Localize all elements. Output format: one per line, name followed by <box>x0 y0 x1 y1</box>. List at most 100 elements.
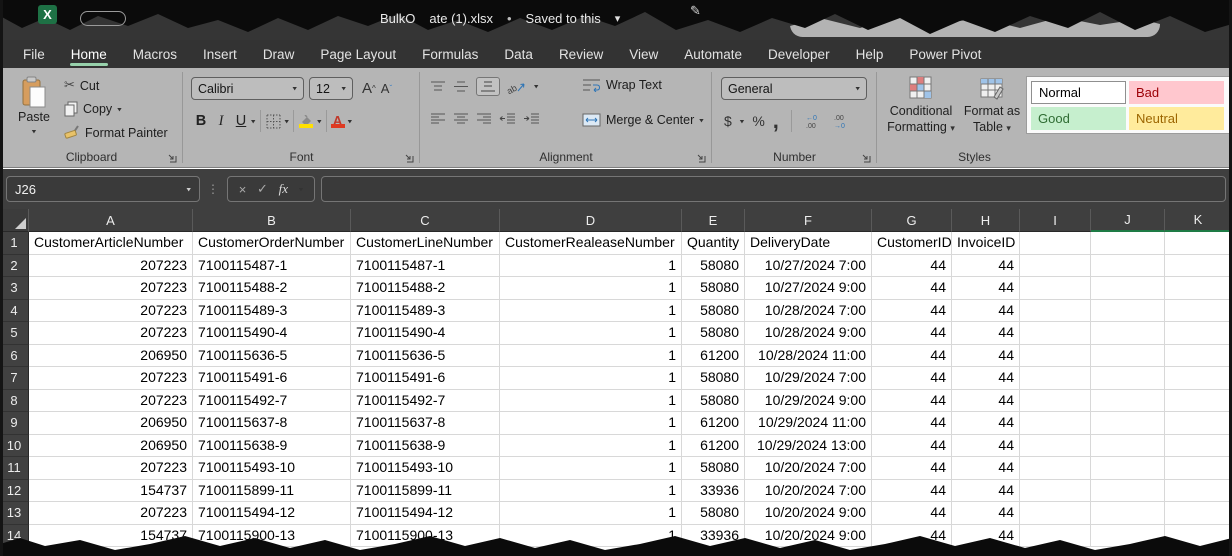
cell-F13[interactable]: 10/20/2024 9:00 <box>745 502 872 525</box>
format-as-table-button[interactable]: Format as Table ▾ <box>961 76 1023 136</box>
cell-K1[interactable] <box>1165 232 1232 255</box>
cell-E5[interactable]: 58080 <box>682 322 745 345</box>
cell-G7[interactable]: 44 <box>872 367 952 390</box>
increase-decimal-icon[interactable]: ←0.00 <box>804 113 824 129</box>
cell-J12[interactable] <box>1091 480 1165 503</box>
cell-C2[interactable]: 7100115487-1 <box>351 255 500 278</box>
cell-I13[interactable] <box>1020 502 1091 525</box>
cell-C3[interactable]: 7100115488-2 <box>351 277 500 300</box>
column-header-B[interactable]: B <box>193 209 351 232</box>
cell-H4[interactable]: 44 <box>952 300 1020 323</box>
cell-F12[interactable]: 10/20/2024 7:00 <box>745 480 872 503</box>
column-header-H[interactable]: H <box>952 209 1020 232</box>
cell-K11[interactable] <box>1165 457 1232 480</box>
cell-A12[interactable]: 154737 <box>29 480 193 503</box>
merge-center-button[interactable]: Merge & Center ▾ <box>582 113 704 127</box>
align-left-icon[interactable] <box>430 112 446 125</box>
format-painter-button[interactable]: Format Painter <box>64 125 168 140</box>
tab-formulas[interactable]: Formulas <box>409 40 491 68</box>
cell-E7[interactable]: 58080 <box>682 367 745 390</box>
number-format-combo[interactable]: General ▾ <box>721 77 867 100</box>
column-header-K[interactable]: K <box>1165 209 1232 232</box>
tab-automate[interactable]: Automate <box>671 40 755 68</box>
column-header-C[interactable]: C <box>351 209 500 232</box>
cell-J8[interactable] <box>1091 390 1165 413</box>
comma-button[interactable]: , <box>773 116 779 126</box>
cell-G12[interactable]: 44 <box>872 480 952 503</box>
cell-A1[interactable]: CustomerArticleNumber <box>29 232 193 255</box>
cell-D11[interactable]: 1 <box>500 457 682 480</box>
row-header-13[interactable]: 13 <box>0 502 29 525</box>
row-header-4[interactable]: 4 <box>0 300 29 323</box>
cell-K5[interactable] <box>1165 322 1232 345</box>
row-header-2[interactable]: 2 <box>0 255 29 278</box>
formula-input[interactable] <box>321 176 1226 202</box>
cell-I8[interactable] <box>1020 390 1091 413</box>
cell-D9[interactable]: 1 <box>500 412 682 435</box>
cell-E6[interactable]: 61200 <box>682 345 745 368</box>
cell-I3[interactable] <box>1020 277 1091 300</box>
cell-C5[interactable]: 7100115490-4 <box>351 322 500 345</box>
cell-I1[interactable] <box>1020 232 1091 255</box>
tab-file[interactable]: File <box>10 40 58 68</box>
autosave-toggle[interactable] <box>80 11 126 26</box>
row-header-9[interactable]: 9 <box>0 412 29 435</box>
cell-A6[interactable]: 206950 <box>29 345 193 368</box>
chevron-down-icon[interactable]: ▾ <box>615 12 621 25</box>
cell-D7[interactable]: 1 <box>500 367 682 390</box>
cell-I5[interactable] <box>1020 322 1091 345</box>
cell-H9[interactable]: 44 <box>952 412 1020 435</box>
cell-E11[interactable]: 58080 <box>682 457 745 480</box>
align-bottom-button-selected[interactable] <box>476 77 500 96</box>
align-middle-icon[interactable] <box>453 80 469 93</box>
row-header-1[interactable]: 1 <box>0 232 29 255</box>
row-header-10[interactable]: 10 <box>0 435 29 458</box>
cell-F2[interactable]: 10/27/2024 7:00 <box>745 255 872 278</box>
cell-C13[interactable]: 7100115494-12 <box>351 502 500 525</box>
cell-F8[interactable]: 10/29/2024 9:00 <box>745 390 872 413</box>
cell-F5[interactable]: 10/28/2024 9:00 <box>745 322 872 345</box>
tab-page-layout[interactable]: Page Layout <box>307 40 409 68</box>
cell-B5[interactable]: 7100115490-4 <box>193 322 351 345</box>
cell-A13[interactable]: 207223 <box>29 502 193 525</box>
cell-D12[interactable]: 1 <box>500 480 682 503</box>
alignment-dialog-launcher-icon[interactable] <box>695 152 707 164</box>
cell-D6[interactable]: 1 <box>500 345 682 368</box>
cell-F10[interactable]: 10/29/2024 13:00 <box>745 435 872 458</box>
tab-macros[interactable]: Macros <box>120 40 190 68</box>
increase-indent-icon[interactable] <box>523 112 540 125</box>
insert-function-button[interactable]: fx <box>279 181 288 197</box>
cell-E3[interactable]: 58080 <box>682 277 745 300</box>
cell-E8[interactable]: 58080 <box>682 390 745 413</box>
fill-color-button[interactable] <box>298 115 314 128</box>
cell-B7[interactable]: 7100115491-6 <box>193 367 351 390</box>
cell-A4[interactable]: 207223 <box>29 300 193 323</box>
cell-C1[interactable]: CustomerLineNumber <box>351 232 500 255</box>
cell-J6[interactable] <box>1091 345 1165 368</box>
cell-K8[interactable] <box>1165 390 1232 413</box>
row-header-12[interactable]: 12 <box>0 480 29 503</box>
font-size-combo[interactable]: 12 ▾ <box>309 77 353 100</box>
cell-A8[interactable]: 207223 <box>29 390 193 413</box>
cell-J11[interactable] <box>1091 457 1165 480</box>
cell-F11[interactable]: 10/20/2024 7:00 <box>745 457 872 480</box>
column-header-J[interactable]: J <box>1091 209 1165 232</box>
cell-D5[interactable]: 1 <box>500 322 682 345</box>
cell-B12[interactable]: 7100115899-11 <box>193 480 351 503</box>
cell-G6[interactable]: 44 <box>872 345 952 368</box>
orientation-icon[interactable]: ab <box>507 80 527 94</box>
cell-J9[interactable] <box>1091 412 1165 435</box>
align-center-icon[interactable] <box>453 112 469 125</box>
row-header-5[interactable]: 5 <box>0 322 29 345</box>
font-dialog-launcher-icon[interactable] <box>403 152 415 164</box>
cell-G11[interactable]: 44 <box>872 457 952 480</box>
cell-K2[interactable] <box>1165 255 1232 278</box>
cell-B11[interactable]: 7100115493-10 <box>193 457 351 480</box>
cell-A3[interactable]: 207223 <box>29 277 193 300</box>
cell-D10[interactable]: 1 <box>500 435 682 458</box>
align-top-icon[interactable] <box>430 80 446 93</box>
cell-D1[interactable]: CustomerRealeaseNumber <box>500 232 682 255</box>
cell-B2[interactable]: 7100115487-1 <box>193 255 351 278</box>
name-box[interactable]: J26 ▾ <box>6 176 200 202</box>
select-all-button[interactable] <box>0 209 29 232</box>
